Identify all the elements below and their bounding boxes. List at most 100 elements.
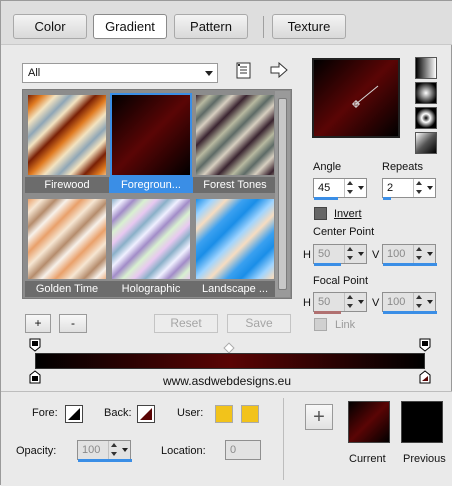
tab-pattern[interactable]: Pattern xyxy=(174,14,248,39)
back-label: Back: xyxy=(104,407,132,419)
save-button[interactable]: Save xyxy=(227,314,291,333)
tab-separator xyxy=(263,16,264,38)
repeats-slider-bar[interactable] xyxy=(383,197,391,200)
focal-point-label: Focal Point xyxy=(313,275,369,287)
gradient-tile-label: Landscape ... xyxy=(193,281,277,297)
previous-material-swatch[interactable] xyxy=(401,401,443,443)
chevron-down-icon[interactable] xyxy=(358,252,364,256)
focal-v-stepper[interactable] xyxy=(413,293,424,311)
gradient-tile-label: Forest Tones xyxy=(193,177,277,193)
center-h-label: H xyxy=(303,249,311,261)
chevron-down-icon xyxy=(205,71,213,76)
tab-texture[interactable]: Texture xyxy=(272,14,346,39)
gradient-editor-bar[interactable] xyxy=(35,353,425,369)
reset-button[interactable]: Reset xyxy=(154,314,218,333)
library-icon[interactable] xyxy=(235,62,253,80)
gradient-tile-label: Foregroun... xyxy=(109,177,193,193)
current-material-swatch[interactable] xyxy=(348,401,390,443)
focal-h-input[interactable]: 50 xyxy=(313,292,367,314)
location-label: Location: xyxy=(161,445,206,457)
back-color-swatch[interactable] xyxy=(137,405,155,423)
chevron-down-icon[interactable] xyxy=(427,186,433,190)
watermark-text: www.asdwebdesigns.eu xyxy=(162,374,292,388)
angle-stepper[interactable] xyxy=(344,179,355,197)
sunburst-style-icon[interactable] xyxy=(415,132,437,154)
center-h-slider-bar[interactable] xyxy=(314,263,341,266)
gradient-swatch xyxy=(196,199,274,279)
opacity-stepper[interactable] xyxy=(108,441,119,459)
new-material-button[interactable]: + xyxy=(305,404,333,430)
radial-style-icon[interactable] xyxy=(415,82,437,104)
fore-color-swatch[interactable] xyxy=(65,405,83,423)
angle-input[interactable]: 45 xyxy=(313,178,367,200)
bottom-panel: Fore: Back: User: Opacity: 100 Location:… xyxy=(1,391,452,486)
transparency-stop-end-icon[interactable] xyxy=(419,338,431,352)
rectangular-style-icon[interactable] xyxy=(415,107,437,129)
transparency-stop-start-icon[interactable] xyxy=(29,338,41,352)
current-label: Current xyxy=(349,453,386,465)
opacity-value: 100 xyxy=(82,444,101,456)
add-gradient-button[interactable]: + xyxy=(25,314,51,333)
focal-h-label: H xyxy=(303,297,311,309)
focal-h-stepper[interactable] xyxy=(344,293,355,311)
chevron-down-icon[interactable] xyxy=(427,300,433,304)
center-h-input[interactable]: 50 xyxy=(313,244,367,266)
gradient-tile-landscape[interactable]: Landscape ... xyxy=(193,196,277,297)
repeats-stepper[interactable] xyxy=(413,179,424,197)
link-checkbox[interactable] xyxy=(314,318,327,331)
center-point-label: Center Point xyxy=(313,226,375,238)
location-input[interactable]: 0 xyxy=(225,440,261,460)
arrow-right-icon[interactable] xyxy=(269,62,289,78)
gradient-preview[interactable] xyxy=(312,58,400,138)
center-h-stepper[interactable] xyxy=(344,245,355,263)
gradient-tile-foreground[interactable]: Foregroun... xyxy=(109,92,193,193)
center-v-slider-bar[interactable] xyxy=(383,263,437,266)
center-h-value: 50 xyxy=(318,248,331,260)
gradient-swatch xyxy=(110,93,192,177)
location-value: 0 xyxy=(230,444,237,456)
grid-scrollbar-thumb[interactable] xyxy=(278,98,287,290)
center-v-stepper[interactable] xyxy=(413,245,424,263)
invert-label: Invert xyxy=(334,208,362,220)
chevron-down-icon[interactable] xyxy=(358,300,364,304)
focal-h-slider-bar[interactable] xyxy=(314,311,341,314)
gradient-thumbnail-grid: Firewood Foregroun... Forest Tones Golde… xyxy=(22,89,292,299)
opacity-slider-bar[interactable] xyxy=(78,459,132,462)
user-color-swatch-2[interactable] xyxy=(241,405,259,423)
bottom-divider xyxy=(283,398,284,480)
remove-gradient-button[interactable]: - xyxy=(59,314,87,333)
category-dropdown[interactable]: All xyxy=(22,63,218,83)
gradient-tile-golden-time[interactable]: Golden Time xyxy=(25,196,109,297)
tab-gradient[interactable]: Gradient xyxy=(93,14,167,39)
center-v-input[interactable]: 100 xyxy=(382,244,437,266)
gradient-tile-holographic[interactable]: Holographic xyxy=(109,196,193,297)
center-v-label: V xyxy=(372,249,380,261)
gradient-swatch xyxy=(196,95,274,175)
chevron-down-icon[interactable] xyxy=(427,252,433,256)
gradient-tile-label: Holographic xyxy=(109,281,193,297)
repeats-input[interactable]: 2 xyxy=(382,178,436,200)
gradient-swatch xyxy=(112,199,190,279)
focal-v-label: V xyxy=(372,297,380,309)
angle-slider-bar[interactable] xyxy=(314,197,338,200)
user-color-swatch-1[interactable] xyxy=(215,405,233,423)
invert-checkbox[interactable] xyxy=(314,207,327,220)
angle-label: Angle xyxy=(313,161,342,173)
tab-color[interactable]: Color xyxy=(13,14,87,39)
focal-v-slider-bar[interactable] xyxy=(383,311,437,314)
gradient-tile-firewood[interactable]: Firewood xyxy=(25,92,109,193)
focal-v-value: 100 xyxy=(387,296,406,308)
repeats-value: 2 xyxy=(387,182,394,194)
focal-v-input[interactable]: 100 xyxy=(382,292,437,314)
gradient-tile-label: Golden Time xyxy=(25,281,109,297)
repeats-label: Repeats xyxy=(382,161,423,173)
chevron-down-icon[interactable] xyxy=(122,448,128,452)
gradient-swatch xyxy=(28,199,106,279)
linear-style-icon[interactable] xyxy=(415,57,437,79)
chevron-down-icon[interactable] xyxy=(358,186,364,190)
angle-handle-icon xyxy=(352,85,379,108)
gradient-tile-forest-tones[interactable]: Forest Tones xyxy=(193,92,277,193)
material-properties-window: Color Gradient Pattern Texture All Firew… xyxy=(0,0,452,486)
midpoint-marker-icon[interactable] xyxy=(223,342,235,354)
opacity-input[interactable]: 100 xyxy=(77,440,132,462)
